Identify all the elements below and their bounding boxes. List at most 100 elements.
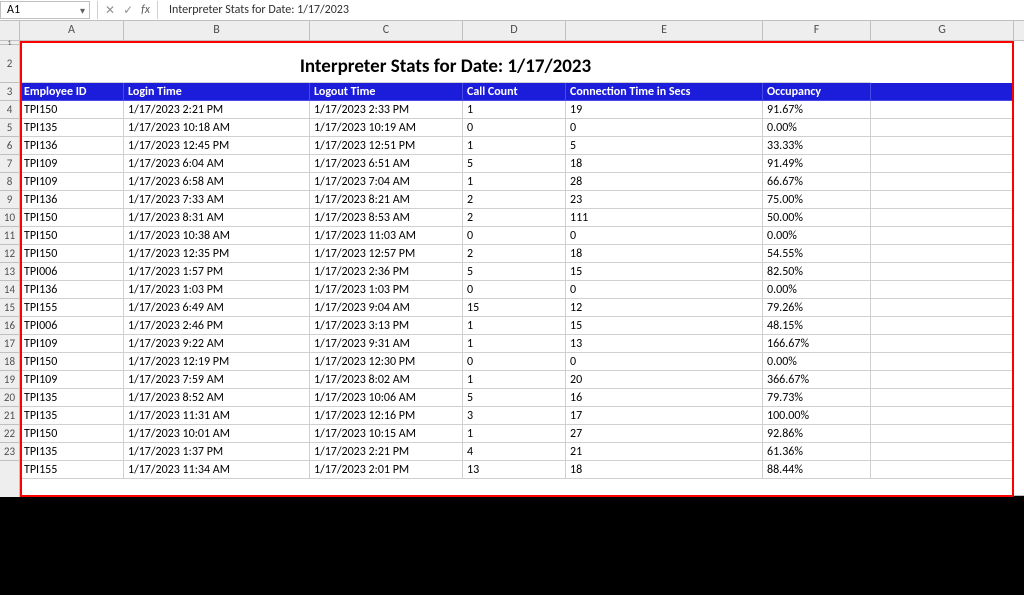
cell-employee-id[interactable]: TPI155 <box>20 299 124 317</box>
cell-login-time[interactable]: 1/17/2023 11:34 AM <box>124 461 310 479</box>
cell-call-count[interactable]: 1 <box>463 101 566 119</box>
cell-empty[interactable] <box>871 389 1014 407</box>
cell-login-time[interactable]: 1/17/2023 7:33 AM <box>124 191 310 209</box>
cell-connection-time[interactable]: 0 <box>566 227 763 245</box>
cell-login-time[interactable]: 1/17/2023 1:37 PM <box>124 443 310 461</box>
cell-connection-time[interactable]: 13 <box>566 335 763 353</box>
cell-logout-time[interactable]: 1/17/2023 10:06 AM <box>310 389 463 407</box>
col-header-login-time[interactable]: Login Time <box>124 83 310 101</box>
column-header-B[interactable]: B <box>124 21 310 40</box>
cell-call-count[interactable]: 15 <box>463 299 566 317</box>
row-header[interactable]: 9 <box>0 191 19 209</box>
cell-login-time[interactable]: 1/17/2023 10:38 AM <box>124 227 310 245</box>
cell-employee-id[interactable]: TPI150 <box>20 353 124 371</box>
cell-login-time[interactable]: 1/17/2023 7:59 AM <box>124 371 310 389</box>
cell-connection-time[interactable]: 15 <box>566 317 763 335</box>
cell-empty[interactable] <box>871 263 1014 281</box>
cell-call-count[interactable]: 0 <box>463 227 566 245</box>
cell-occupancy[interactable]: 366.67% <box>763 371 871 389</box>
cell-empty[interactable] <box>871 245 1014 263</box>
cell-connection-time[interactable]: 20 <box>566 371 763 389</box>
cell-occupancy[interactable]: 88.44% <box>763 461 871 479</box>
cell-logout-time[interactable]: 1/17/2023 8:21 AM <box>310 191 463 209</box>
cell-call-count[interactable]: 1 <box>463 173 566 191</box>
cell-connection-time[interactable]: 23 <box>566 191 763 209</box>
cell-call-count[interactable]: 2 <box>463 191 566 209</box>
cell-employee-id[interactable]: TPI150 <box>20 227 124 245</box>
cell-logout-time[interactable]: 1/17/2023 8:02 AM <box>310 371 463 389</box>
cell-call-count[interactable]: 4 <box>463 443 566 461</box>
cell-login-time[interactable]: 1/17/2023 12:45 PM <box>124 137 310 155</box>
row-header[interactable]: 8 <box>0 173 19 191</box>
cell-login-time[interactable]: 1/17/2023 2:46 PM <box>124 317 310 335</box>
cell-employee-id[interactable]: TPI150 <box>20 209 124 227</box>
cell-connection-time[interactable]: 18 <box>566 461 763 479</box>
cell-logout-time[interactable]: 1/17/2023 12:57 PM <box>310 245 463 263</box>
cell-connection-time[interactable]: 21 <box>566 443 763 461</box>
table-row[interactable]: TPI0061/17/2023 2:46 PM1/17/2023 3:13 PM… <box>20 317 1014 335</box>
cell-connection-time[interactable]: 17 <box>566 407 763 425</box>
cell-employee-id[interactable]: TPI135 <box>20 389 124 407</box>
cell-occupancy[interactable]: 61.36% <box>763 443 871 461</box>
cell-call-count[interactable]: 0 <box>463 353 566 371</box>
cell-logout-time[interactable]: 1/17/2023 1:03 PM <box>310 281 463 299</box>
row-header[interactable]: 13 <box>0 263 19 281</box>
cells-area[interactable]: Interpreter Stats for Date: 1/17/2023 Em… <box>20 41 1024 497</box>
cell-employee-id[interactable]: TPI150 <box>20 425 124 443</box>
row-header[interactable]: 19 <box>0 371 19 389</box>
cell-call-count[interactable]: 1 <box>463 371 566 389</box>
cell-connection-time[interactable]: 0 <box>566 281 763 299</box>
cell-empty[interactable] <box>871 137 1014 155</box>
formula-input[interactable] <box>161 2 1024 18</box>
cell-login-time[interactable]: 1/17/2023 10:18 AM <box>124 119 310 137</box>
cell-call-count[interactable]: 5 <box>463 263 566 281</box>
row-header[interactable]: 12 <box>0 245 19 263</box>
cell-occupancy[interactable]: 33.33% <box>763 137 871 155</box>
cell-employee-id[interactable]: TPI150 <box>20 245 124 263</box>
cell-logout-time[interactable]: 1/17/2023 8:53 AM <box>310 209 463 227</box>
cell-login-time[interactable]: 1/17/2023 6:04 AM <box>124 155 310 173</box>
cell-empty[interactable] <box>871 299 1014 317</box>
col-header-empty[interactable] <box>871 83 1014 101</box>
cell-connection-time[interactable]: 18 <box>566 245 763 263</box>
cell-call-count[interactable]: 1 <box>463 317 566 335</box>
cell-call-count[interactable]: 2 <box>463 209 566 227</box>
cell-login-time[interactable]: 1/17/2023 6:49 AM <box>124 299 310 317</box>
table-row[interactable]: TPI1501/17/2023 10:01 AM1/17/2023 10:15 … <box>20 425 1014 443</box>
cell-empty[interactable] <box>871 191 1014 209</box>
name-box[interactable]: A1 ▾ <box>0 1 90 19</box>
cell-connection-time[interactable]: 16 <box>566 389 763 407</box>
cell-employee-id[interactable]: TPI150 <box>20 101 124 119</box>
cell-call-count[interactable]: 5 <box>463 155 566 173</box>
cell-empty[interactable] <box>871 227 1014 245</box>
cell-logout-time[interactable]: 1/17/2023 9:04 AM <box>310 299 463 317</box>
col-header-logout-time[interactable]: Logout Time <box>310 83 463 101</box>
fx-icon[interactable]: fx <box>137 3 154 17</box>
table-row[interactable]: TPI1551/17/2023 6:49 AM1/17/2023 9:04 AM… <box>20 299 1014 317</box>
cell-call-count[interactable]: 3 <box>463 407 566 425</box>
table-row[interactable]: TPI1501/17/2023 12:19 PM1/17/2023 12:30 … <box>20 353 1014 371</box>
cell-empty[interactable] <box>871 173 1014 191</box>
cell-login-time[interactable]: 1/17/2023 6:58 AM <box>124 173 310 191</box>
cell-logout-time[interactable]: 1/17/2023 9:31 AM <box>310 335 463 353</box>
table-row[interactable]: TPI1351/17/2023 10:18 AM1/17/2023 10:19 … <box>20 119 1014 137</box>
row-header[interactable]: 22 <box>0 425 19 443</box>
cell-occupancy[interactable]: 66.67% <box>763 173 871 191</box>
row-header[interactable]: 21 <box>0 407 19 425</box>
col-header-connection-time[interactable]: Connection Time in Secs <box>566 83 763 101</box>
cell-employee-id[interactable]: TPI006 <box>20 317 124 335</box>
cell-employee-id[interactable]: TPI135 <box>20 407 124 425</box>
table-row[interactable]: TPI1351/17/2023 11:31 AM1/17/2023 12:16 … <box>20 407 1014 425</box>
row-header[interactable]: 20 <box>0 389 19 407</box>
cell-employee-id[interactable]: TPI136 <box>20 281 124 299</box>
cell-connection-time[interactable]: 27 <box>566 425 763 443</box>
cell-login-time[interactable]: 1/17/2023 12:35 PM <box>124 245 310 263</box>
cell-occupancy[interactable]: 0.00% <box>763 227 871 245</box>
column-header-D[interactable]: D <box>463 21 566 40</box>
cell-employee-id[interactable]: TPI155 <box>20 461 124 479</box>
cell-empty[interactable] <box>871 155 1014 173</box>
cell-connection-time[interactable]: 15 <box>566 263 763 281</box>
column-header-C[interactable]: C <box>310 21 463 40</box>
cell-occupancy[interactable]: 50.00% <box>763 209 871 227</box>
cell-empty[interactable] <box>871 425 1014 443</box>
